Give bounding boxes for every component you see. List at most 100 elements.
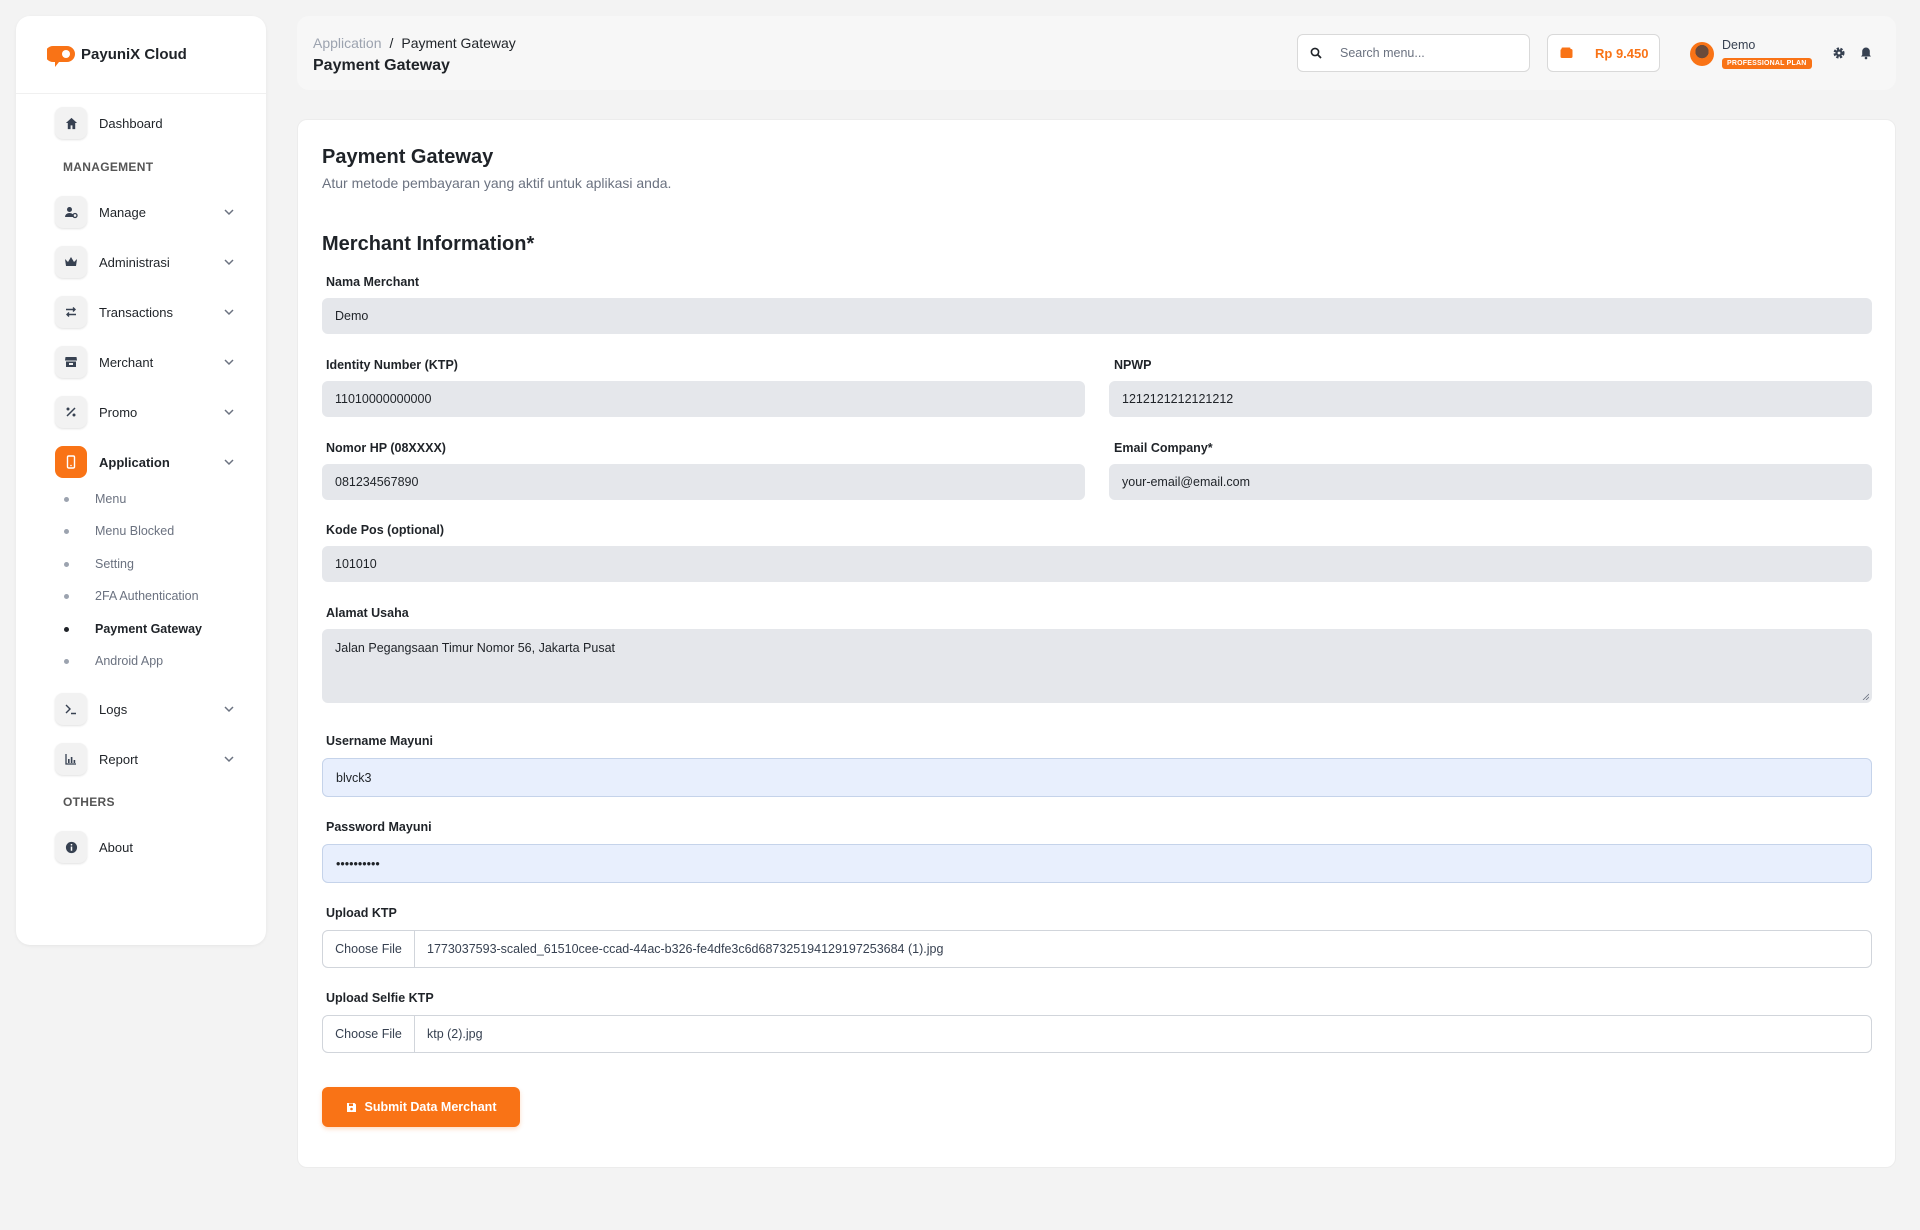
sidebar-item-label: About bbox=[99, 839, 133, 855]
upload-ktp-label: Upload KTP bbox=[326, 906, 397, 920]
ktp-label: Identity Number (KTP) bbox=[326, 358, 458, 372]
email-label: Email Company* bbox=[1114, 441, 1213, 455]
sidebar-item-label: Promo bbox=[99, 404, 138, 420]
bullet-icon bbox=[64, 626, 69, 632]
sidebar-item-transactions[interactable]: Transactions bbox=[39, 293, 246, 331]
file-name: ktp (2).jpg bbox=[427, 1027, 483, 1041]
sidebar-item-label: Transactions bbox=[99, 304, 173, 320]
gear-icon[interactable] bbox=[1832, 46, 1846, 60]
sidebar-item-logs[interactable]: Logs bbox=[39, 690, 246, 728]
bullet-icon bbox=[64, 496, 69, 502]
kodepos-field[interactable]: 101010 bbox=[322, 546, 1872, 582]
sidebar-item-label: Administrasi bbox=[99, 254, 170, 270]
breadcrumb-parent[interactable]: Application bbox=[313, 35, 382, 51]
info-icon bbox=[55, 831, 87, 863]
submit-merchant-button[interactable]: Submit Data Merchant bbox=[322, 1087, 520, 1127]
page-title: Payment Gateway bbox=[313, 57, 450, 74]
mobile-icon bbox=[55, 446, 87, 478]
alamat-textarea[interactable]: Jalan Pegangsaan Timur Nomor 56, Jakarta… bbox=[322, 629, 1872, 703]
choose-file-button[interactable]: Choose File bbox=[323, 1016, 415, 1052]
choose-file-button[interactable]: Choose File bbox=[323, 931, 415, 967]
sidebar-subitem-menu[interactable]: Menu bbox=[64, 489, 126, 509]
sidebar-item-application[interactable]: Application bbox=[39, 443, 246, 481]
password-field[interactable]: •••••••••• bbox=[322, 844, 1872, 883]
chevron-down-icon bbox=[224, 359, 234, 366]
section-title-management: MANAGEMENT bbox=[63, 160, 154, 174]
password-label: Password Mayuni bbox=[326, 820, 432, 834]
chevron-down-icon bbox=[224, 706, 234, 713]
top-header: Application / Payment Gateway Payment Ga… bbox=[297, 16, 1896, 90]
upload-selfie-input[interactable]: Choose File ktp (2).jpg bbox=[322, 1015, 1872, 1053]
sidebar-item-administrasi[interactable]: Administrasi bbox=[39, 243, 246, 281]
username-field[interactable]: blvck3 bbox=[322, 758, 1872, 797]
user-menu[interactable]: Demo PROFESSIONAL PLAN bbox=[1690, 38, 1812, 70]
username-label: Username Mayuni bbox=[326, 734, 433, 748]
percent-icon bbox=[55, 396, 87, 428]
sidebar-subitem-2fa[interactable]: 2FA Authentication bbox=[64, 586, 199, 606]
sidebar-subitem-payment-gateway[interactable]: Payment Gateway bbox=[64, 619, 202, 639]
search-box[interactable] bbox=[1297, 34, 1530, 72]
npwp-label: NPWP bbox=[1114, 358, 1152, 372]
sidebar-item-label: Dashboard bbox=[99, 115, 163, 131]
search-icon bbox=[1310, 47, 1322, 59]
sidebar-subitem-label: Payment Gateway bbox=[95, 622, 202, 636]
file-name: 1773037593-scaled_61510cee-ccad-44ac-b32… bbox=[427, 942, 944, 956]
brand-name: PayuniX Cloud bbox=[81, 46, 187, 63]
arrows-exchange-icon bbox=[55, 296, 87, 328]
upload-selfie-label: Upload Selfie KTP bbox=[326, 991, 434, 1005]
resize-handle-icon[interactable] bbox=[1862, 693, 1869, 700]
upload-ktp-input[interactable]: Choose File 1773037593-scaled_61510cee-c… bbox=[322, 930, 1872, 968]
sidebar-item-label: Logs bbox=[99, 701, 128, 717]
user-name: Demo bbox=[1722, 38, 1756, 52]
terminal-icon bbox=[55, 693, 87, 725]
brand[interactable]: PayuniX Cloud bbox=[16, 16, 266, 94]
bullet-icon bbox=[64, 593, 69, 599]
balance-value: Rp 9.450 bbox=[1595, 45, 1649, 61]
sidebar-subitem-label: Menu Blocked bbox=[95, 524, 175, 538]
chevron-down-icon bbox=[224, 259, 234, 266]
sidebar-subitem-setting[interactable]: Setting bbox=[64, 554, 134, 574]
sidebar-subitem-menu-blocked[interactable]: Menu Blocked bbox=[64, 521, 174, 541]
sidebar-subitem-label: Menu bbox=[95, 492, 127, 506]
breadcrumb-separator: / bbox=[389, 35, 394, 51]
chevron-down-icon bbox=[224, 309, 234, 316]
section-title-merchant-info: Merchant Information* bbox=[322, 233, 535, 255]
kodepos-label: Kode Pos (optional) bbox=[326, 523, 445, 537]
card-subtitle: Atur metode pembayaran yang aktif untuk … bbox=[322, 175, 672, 191]
section-title-others: OTHERS bbox=[63, 795, 115, 809]
hp-field[interactable]: 081234567890 bbox=[322, 464, 1085, 500]
sidebar-item-label: Manage bbox=[99, 204, 146, 220]
npwp-field[interactable]: 1212121212121212 bbox=[1109, 381, 1872, 417]
nama-merchant-field[interactable]: Demo bbox=[322, 298, 1872, 334]
avatar bbox=[1690, 42, 1714, 66]
plan-badge: PROFESSIONAL PLAN bbox=[1722, 58, 1812, 69]
sidebar-item-about[interactable]: About bbox=[39, 828, 246, 866]
sidebar-item-manage[interactable]: Manage bbox=[39, 193, 246, 231]
sidebar-item-merchant[interactable]: Merchant bbox=[39, 343, 246, 381]
chevron-down-icon bbox=[224, 756, 234, 763]
save-icon bbox=[346, 1102, 356, 1112]
sidebar-subitem-android-app[interactable]: Android App bbox=[64, 651, 163, 671]
bullet-icon bbox=[64, 658, 69, 664]
search-input[interactable] bbox=[1340, 46, 1510, 60]
sidebar-item-dashboard[interactable]: Dashboard bbox=[39, 104, 246, 142]
bell-icon[interactable] bbox=[1859, 46, 1873, 60]
alamat-label: Alamat Usaha bbox=[326, 606, 409, 620]
sidebar-subitem-label: Android App bbox=[95, 654, 164, 668]
chevron-down-icon bbox=[224, 459, 234, 466]
bullet-icon bbox=[64, 561, 69, 567]
sidebar-item-report[interactable]: Report bbox=[39, 740, 246, 778]
submit-label: Submit Data Merchant bbox=[364, 1100, 497, 1114]
sidebar-item-promo[interactable]: Promo bbox=[39, 393, 246, 431]
sidebar-subitem-label: 2FA Authentication bbox=[95, 589, 199, 603]
sidebar-item-label: Report bbox=[99, 751, 139, 767]
balance-button[interactable]: Rp 9.450 bbox=[1547, 34, 1660, 72]
ktp-field[interactable]: 11010000000000 bbox=[322, 381, 1085, 417]
wallet-icon bbox=[1560, 47, 1573, 58]
nama-merchant-label: Nama Merchant bbox=[326, 275, 420, 289]
sidebar: PayuniX Cloud Dashboard MANAGEMENT Manag… bbox=[16, 16, 266, 945]
email-field[interactable]: your-email@email.com bbox=[1109, 464, 1872, 500]
sidebar-item-label: Merchant bbox=[99, 354, 154, 370]
breadcrumb: Application / Payment Gateway bbox=[313, 35, 516, 51]
sidebar-item-label: Application bbox=[99, 454, 170, 470]
